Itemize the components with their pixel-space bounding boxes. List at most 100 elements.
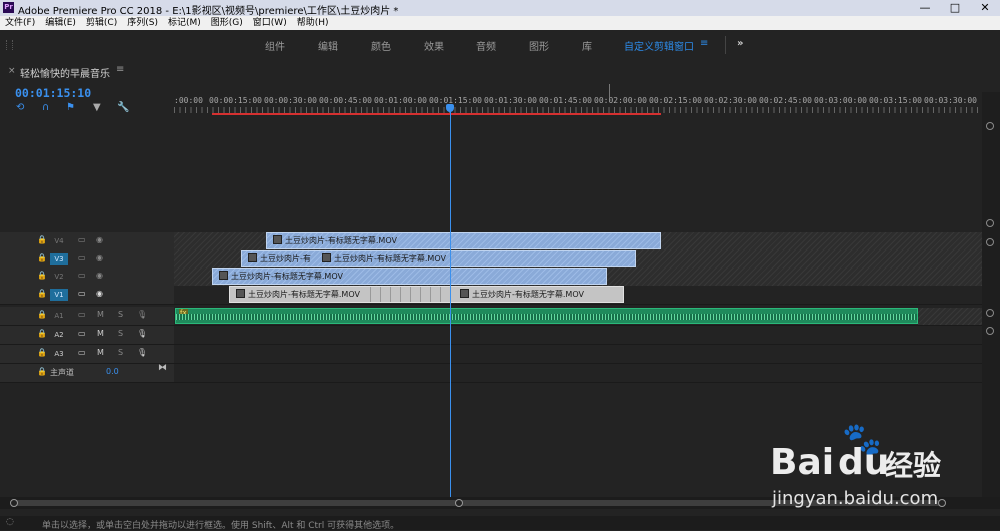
sync-lock-icon[interactable]: ▭ [78,348,86,357]
track-master: 🔒 主声道 0.0 [0,364,982,383]
menu-window[interactable]: 窗口(W) [248,16,292,30]
sync-lock-icon[interactable]: ▭ [78,289,86,298]
track-header: 🔒 V1 ▭ ◉ [0,286,174,304]
menu-edit[interactable]: 编辑(E) [40,16,81,30]
workspace-menu-icon[interactable]: ≡ [700,38,708,49]
lock-icon[interactable]: 🔒 [37,271,47,280]
microphone-icon[interactable]: 🎙 [137,348,147,357]
track-label-v4[interactable]: V4 [50,235,68,247]
title-bar: Pr Adobe Premiere Pro CC 2018 - E:\1影视区\… [0,0,1000,17]
audio-clip-a1[interactable]: fx [175,308,918,324]
track-label-v3[interactable]: V3 [50,253,68,265]
track-label-a2[interactable]: A2 [50,329,68,341]
menu-graphics[interactable]: 图形(G) [206,16,248,30]
zoom-handle-mid[interactable] [455,499,463,507]
fx-badge-icon [273,235,282,244]
clip-v2[interactable]: 土豆炒肉片-有标题无字幕.MOV [212,268,607,285]
lock-icon[interactable]: 🔒 [37,310,47,319]
audio-mix-toggle-icon[interactable]: ⧓ [158,363,167,373]
workspace-tab-editing[interactable]: 编辑 [318,38,338,53]
in-point-marker [609,84,610,98]
snap-icon[interactable]: ⟲ [16,102,24,113]
lock-icon[interactable]: 🔒 [37,289,47,298]
track-label-v1[interactable]: V1 [50,289,68,301]
scroll-knob[interactable] [986,309,994,317]
playhead-timecode[interactable]: 00:01:15:10 [15,86,91,100]
track-label-a1[interactable]: A1 [50,310,68,322]
sync-lock-icon[interactable]: ▭ [78,310,86,319]
playhead-handle[interactable] [446,104,454,112]
sequence-name[interactable]: 轻松愉快的早晨音乐 [20,65,110,80]
clip-v4[interactable]: 土豆炒肉片-有标题无字幕.MOV [266,232,661,249]
track-label-a3[interactable]: A3 [50,348,68,360]
scroll-knob[interactable] [986,238,994,246]
clip-v3[interactable]: 土豆炒肉片-有 土豆炒肉片-有标题无字幕.MOV [241,250,636,267]
scroll-track[interactable] [12,500,942,506]
track-lane[interactable] [174,345,982,363]
eye-icon[interactable]: ◉ [96,235,103,244]
clip-v1[interactable]: 土豆炒肉片-有标题无字幕.MOV 土豆炒肉片-有标题无字幕.MOV [229,286,624,303]
lock-icon[interactable]: 🔒 [37,367,47,376]
solo-button[interactable]: S [118,310,123,319]
wrench-icon[interactable]: 🔧 [117,102,129,113]
add-marker-icon[interactable]: ⚑ [66,102,75,113]
sync-lock-icon[interactable]: ▭ [78,235,86,244]
scroll-knob[interactable] [986,327,994,335]
master-volume-value[interactable]: 0.0 [106,367,119,376]
more-workspaces-icon[interactable]: » [737,38,743,49]
track-lane[interactable] [174,326,982,344]
panel-grip-icon[interactable] [6,40,13,50]
lock-icon[interactable]: 🔒 [37,253,47,262]
mute-button[interactable]: M [97,310,104,319]
workspace-bar: 组件 编辑 颜色 效果 音频 图形 库 自定义剪辑窗口 ≡ » [0,30,1000,60]
sync-lock-icon[interactable]: ▭ [78,253,86,262]
lock-icon[interactable]: 🔒 [37,348,47,357]
lock-icon[interactable]: 🔒 [37,235,47,244]
scroll-knob[interactable] [986,219,994,227]
eye-icon[interactable]: ◉ [96,253,103,262]
workspace-tab-custom[interactable]: 自定义剪辑窗口 [624,38,694,53]
zoom-handle-left[interactable] [10,499,18,507]
menu-clip[interactable]: 剪辑(C) [81,16,122,30]
menu-help[interactable]: 帮助(H) [292,16,334,30]
close-window-button[interactable]: ✕ [970,0,1000,16]
scroll-knob[interactable] [986,122,994,130]
premiere-app-icon: Pr [3,2,14,13]
workspace-tab-assembly[interactable]: 组件 [265,38,285,53]
mute-button[interactable]: M [97,329,104,338]
solo-button[interactable]: S [118,329,123,338]
vertical-scrollbar[interactable] [982,92,1000,502]
menu-markers[interactable]: 标记(M) [163,16,206,30]
menu-file[interactable]: 文件(F) [0,16,40,30]
workspace-tab-effects[interactable]: 效果 [424,38,444,53]
ruler-label: 00:02:45:00 [759,96,812,105]
playhead-line[interactable] [450,104,451,504]
maximize-button[interactable]: □ [940,0,970,16]
sync-lock-icon[interactable]: ▭ [78,329,86,338]
menu-sequence[interactable]: 序列(S) [122,16,163,30]
eye-icon[interactable]: ◉ [96,289,103,298]
workspace-tab-audio[interactable]: 音频 [476,38,496,53]
track-lane[interactable] [174,364,982,382]
horizontal-zoom-scrollbar[interactable] [0,497,1000,509]
zoom-handle-right[interactable] [938,499,946,507]
lock-icon[interactable]: 🔒 [37,329,47,338]
track-label-v2[interactable]: V2 [50,271,68,283]
solo-button[interactable]: S [118,348,123,357]
work-area-bar[interactable] [212,113,661,115]
workspace-tab-graphics[interactable]: 图形 [529,38,549,53]
eye-icon[interactable]: ◉ [96,271,103,280]
workspace-tab-color[interactable]: 颜色 [371,38,391,53]
mute-button[interactable]: M [97,348,104,357]
track-header: 🔒 V4 ▭ ◉ [0,232,174,250]
linked-selection-icon[interactable]: ∩ [42,102,49,113]
microphone-icon[interactable]: 🎙 [137,310,147,319]
workspace-tab-libraries[interactable]: 库 [582,38,592,53]
marker-icon[interactable]: ▼ [93,102,101,113]
sync-lock-icon[interactable]: ▭ [78,271,86,280]
ruler-label: 00:01:45:00 [539,96,592,105]
close-sequence-icon[interactable]: × [8,66,16,76]
minimize-button[interactable]: — [910,0,940,16]
panel-menu-icon[interactable]: ≡ [116,64,124,75]
microphone-icon[interactable]: 🎙 [137,329,147,338]
